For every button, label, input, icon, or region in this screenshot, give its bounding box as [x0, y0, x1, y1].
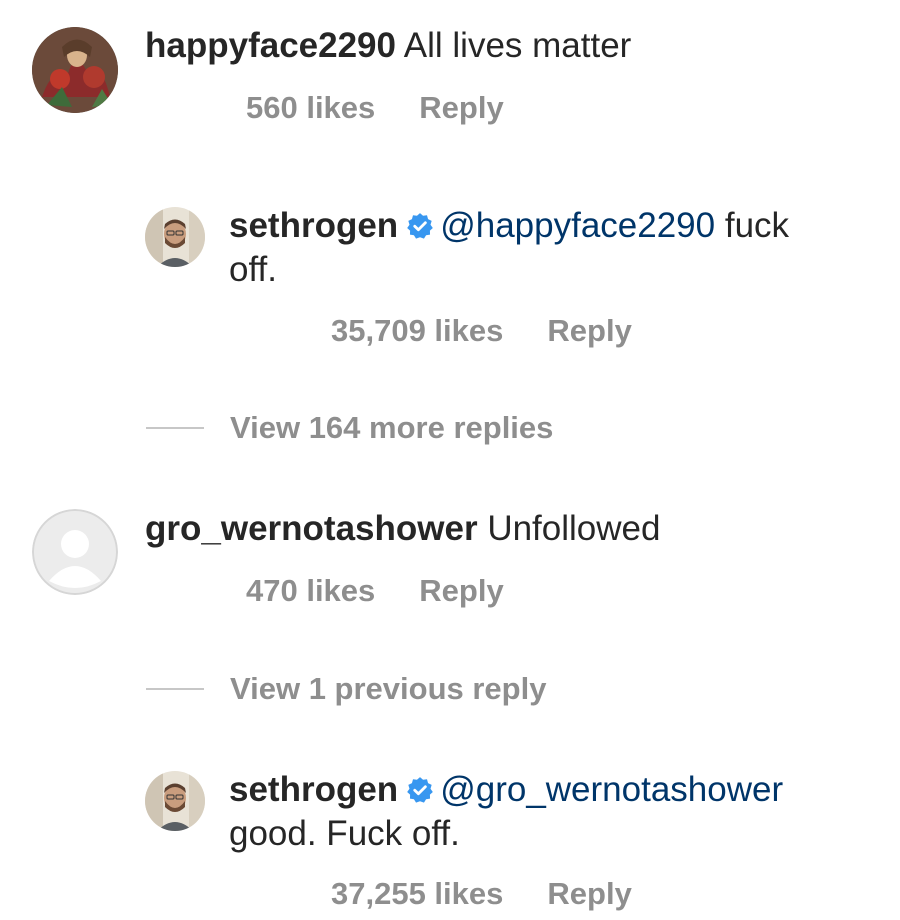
view-previous-reply-button[interactable]: View 1 previous reply [146, 671, 546, 707]
comment-text: All lives matter [403, 26, 632, 65]
comment-text: good. Fuck off. [229, 814, 460, 853]
divider [146, 688, 204, 690]
avatar-sethrogen[interactable] [145, 771, 205, 831]
avatar-image [145, 771, 205, 831]
avatar-sethrogen[interactable] [145, 207, 205, 267]
comment-meta: 35,709 likes Reply [331, 313, 632, 349]
comment-text: fuck [724, 206, 790, 245]
comment-meta: 37,255 likes Reply [331, 876, 632, 912]
view-previous-reply-label[interactable]: View 1 previous reply [230, 671, 546, 707]
username[interactable]: gro_wernotashower [145, 509, 478, 548]
divider [146, 427, 204, 429]
avatar-image [32, 27, 118, 113]
likes-count[interactable]: 560 likes [246, 90, 375, 125]
view-more-replies-label[interactable]: View 164 more replies [230, 410, 553, 446]
comment-text: Unfollowed [487, 509, 661, 548]
avatar-happyface2290[interactable] [32, 27, 118, 113]
comment-sethrogen-1-line2: off. [229, 246, 277, 294]
username[interactable]: sethrogen [229, 206, 398, 245]
reply-button[interactable]: Reply [547, 876, 631, 911]
username[interactable]: happyface2290 [145, 26, 396, 65]
comment-meta: 560 likes Reply [246, 90, 504, 126]
mention-link[interactable]: @gro_wernotashower [440, 770, 783, 809]
verified-badge-icon [407, 777, 434, 803]
reply-button[interactable]: Reply [547, 313, 631, 348]
comment-sethrogen-2: sethrogen @gro_wernotashower [229, 766, 783, 814]
reply-button[interactable]: Reply [419, 573, 503, 608]
view-more-replies-button[interactable]: View 164 more replies [146, 410, 553, 446]
default-avatar-icon [32, 509, 118, 595]
avatar-image [145, 207, 205, 267]
comment-sethrogen-1: sethrogen @happyface2290 fuck [229, 202, 789, 250]
comment-text-continued: off. [229, 250, 278, 289]
comment-gro-wernotashower: gro_wernotashower Unfollowed [145, 505, 660, 553]
mention-link[interactable]: @happyface2290 [440, 206, 715, 245]
likes-count[interactable]: 37,255 likes [331, 876, 503, 911]
comment-sethrogen-2-line2: good. Fuck off. [229, 810, 460, 858]
likes-count[interactable]: 470 likes [246, 573, 375, 608]
comment-meta: 470 likes Reply [246, 573, 504, 609]
reply-button[interactable]: Reply [419, 90, 503, 125]
avatar-gro-wernotashower[interactable] [32, 509, 118, 595]
verified-badge-icon [407, 213, 434, 239]
comment-happyface2290: happyface2290 All lives matter [145, 22, 631, 70]
username[interactable]: sethrogen [229, 770, 398, 809]
likes-count[interactable]: 35,709 likes [331, 313, 503, 348]
